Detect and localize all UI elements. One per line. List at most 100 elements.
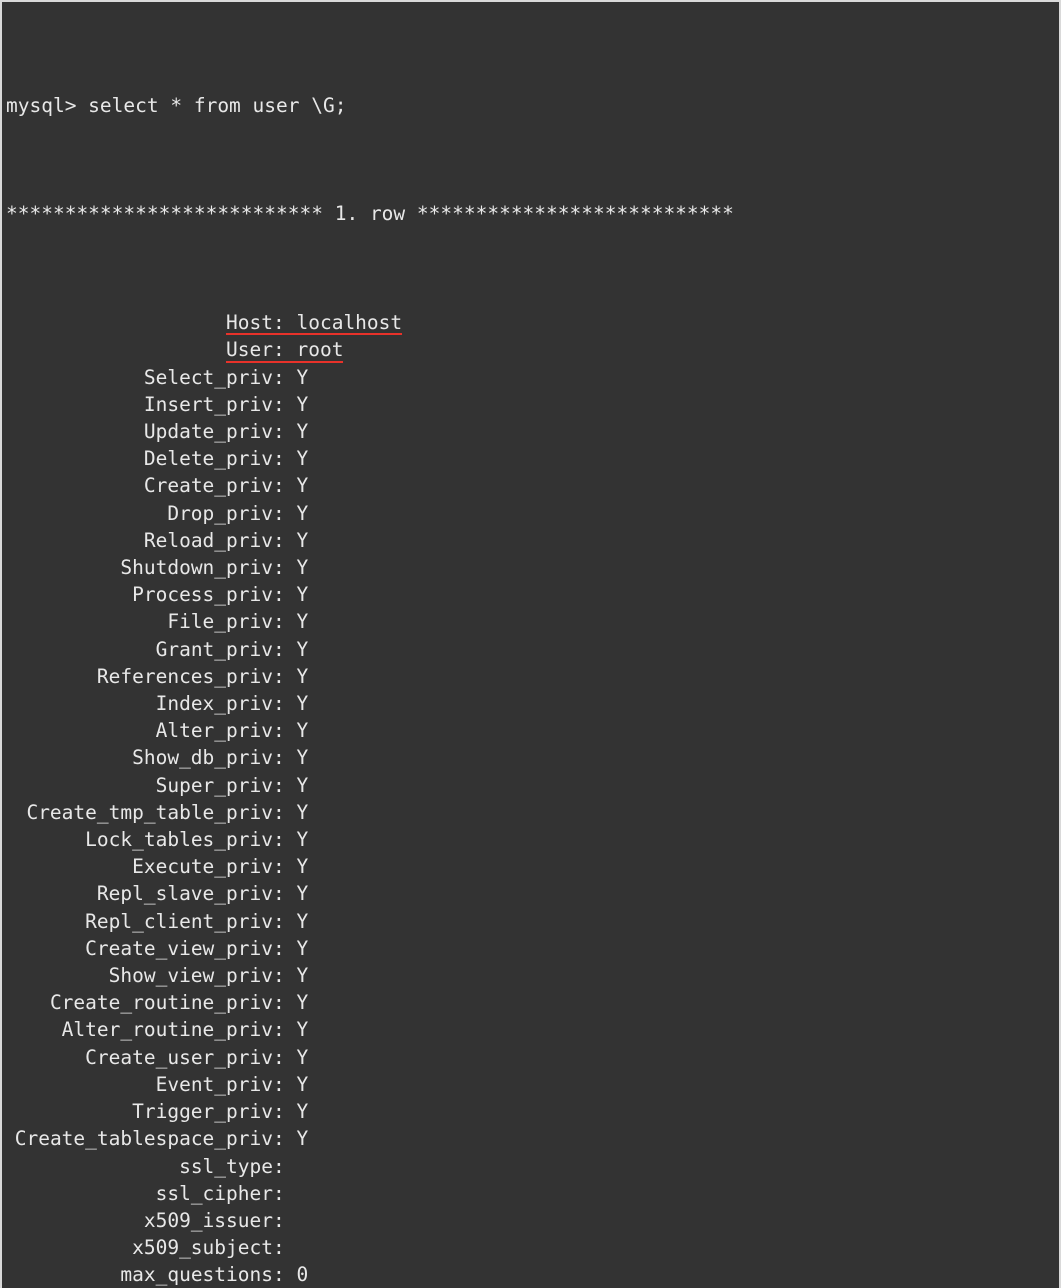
field-label: ssl_type (179, 1154, 273, 1178)
field-value: Y (296, 746, 309, 770)
field-separator: : (273, 1263, 297, 1287)
field-label: Show_db_priv (132, 746, 273, 770)
field-row-references_priv: References_priv: Y (6, 663, 1059, 690)
field-row-drop_priv: Drop_priv: Y (6, 500, 1059, 527)
field-value: Y (296, 773, 309, 797)
field-row-process_priv: Process_priv: Y (6, 581, 1059, 608)
mysql-prompt-line: mysql> select * from user \G; (6, 93, 347, 117)
field-separator: : (273, 637, 297, 661)
field-value: Y (296, 637, 309, 661)
result-field-list: Host: localhost User: root Select_priv: YI… (6, 309, 1059, 1288)
field-separator: : (273, 610, 297, 634)
field-separator: : (273, 1208, 285, 1232)
field-separator: : (273, 746, 297, 770)
field-value: Y (296, 936, 309, 960)
field-value: Y (296, 1045, 309, 1069)
field-row-repl_slave_priv: Repl_slave_priv: Y (6, 880, 1059, 907)
field-value: Y (296, 855, 309, 879)
field-separator: : (273, 420, 297, 444)
field-separator: : (273, 1236, 285, 1260)
field-row-host: Host: localhost (6, 309, 1059, 336)
field-separator: : (273, 311, 297, 335)
field-label: x509_issuer (143, 1208, 273, 1232)
field-label: ssl_cipher (155, 1181, 273, 1205)
field-separator: : (273, 1072, 297, 1096)
field-separator: : (273, 909, 297, 933)
field-value: Y (296, 909, 309, 933)
terminal-window: mysql> select * from user \G; **********… (0, 0, 1061, 1288)
field-label: Shutdown_priv (120, 556, 273, 580)
field-separator: : (273, 800, 297, 824)
field-separator: : (273, 692, 297, 716)
field-row-repl_client_priv: Repl_client_priv: Y (6, 908, 1059, 935)
field-label: Trigger_priv (132, 1100, 273, 1124)
field-separator: : (273, 1181, 285, 1205)
field-row-create_tmp_table_priv: Create_tmp_table_priv: Y (6, 799, 1059, 826)
field-label: Super_priv (155, 773, 273, 797)
field-label: Grant_priv (155, 637, 273, 661)
field-value: Y (296, 583, 309, 607)
field-label: Execute_priv (132, 855, 273, 879)
field-separator: : (273, 1154, 285, 1178)
field-row-max_questions: max_questions: 0 (6, 1261, 1059, 1288)
field-label: Create_tablespace_priv (14, 1127, 273, 1151)
field-label: File_priv (167, 610, 273, 634)
field-value: Y (296, 556, 309, 580)
field-row-super_priv: Super_priv: Y (6, 772, 1059, 799)
field-row-file_priv: File_priv: Y (6, 608, 1059, 635)
field-label: Insert_priv (143, 392, 273, 416)
terminal-screen[interactable]: mysql> select * from user \G; **********… (6, 10, 1059, 1288)
field-label: Update_priv (143, 420, 273, 444)
field-row-select_priv: Select_priv: Y (6, 364, 1059, 391)
field-label: Lock_tables_priv (85, 828, 273, 852)
field-row-insert_priv: Insert_priv: Y (6, 391, 1059, 418)
field-row-create_routine_priv: Create_routine_priv: Y (6, 989, 1059, 1016)
field-value: Y (296, 1127, 309, 1151)
field-value: Y (296, 719, 309, 743)
field-value: Y (296, 664, 309, 688)
field-value: Y (296, 610, 309, 634)
field-value: Y (296, 692, 309, 716)
field-row-reload_priv: Reload_priv: Y (6, 527, 1059, 554)
field-separator: : (273, 474, 297, 498)
field-value: Y (296, 365, 309, 389)
field-value: Y (296, 964, 309, 988)
field-row-shutdown_priv: Shutdown_priv: Y (6, 554, 1059, 581)
field-value: 0 (296, 1263, 309, 1287)
field-separator: : (273, 664, 297, 688)
field-label: Create_priv (143, 474, 273, 498)
field-row-grant_priv: Grant_priv: Y (6, 636, 1059, 663)
field-value: Y (296, 1018, 309, 1042)
field-label: Process_priv (132, 583, 273, 607)
field-value: Y (296, 420, 309, 444)
field-label: max_questions (120, 1263, 273, 1287)
field-value: localhost (296, 311, 403, 335)
field-separator: : (273, 365, 297, 389)
field-row-trigger_priv: Trigger_priv: Y (6, 1098, 1059, 1125)
field-separator: : (273, 392, 297, 416)
field-separator: : (273, 1045, 297, 1069)
field-label: Create_routine_priv (49, 991, 273, 1015)
field-row-x509_issuer: x509_issuer: (6, 1207, 1059, 1234)
field-value: Y (296, 1072, 309, 1096)
field-label: Create_view_priv (85, 936, 273, 960)
field-row-event_priv: Event_priv: Y (6, 1071, 1059, 1098)
field-separator: : (273, 1127, 297, 1151)
row-separator-line: *************************** 1. row *****… (6, 202, 734, 226)
field-separator: : (273, 1018, 297, 1042)
field-label: Reload_priv (143, 528, 273, 552)
field-separator: : (273, 773, 297, 797)
field-value: Y (296, 501, 309, 525)
field-value: Y (296, 882, 309, 906)
field-separator: : (273, 719, 297, 743)
field-row-create_tablespace_priv: Create_tablespace_priv: Y (6, 1125, 1059, 1152)
field-label: Host (226, 311, 273, 335)
field-row-create_view_priv: Create_view_priv: Y (6, 935, 1059, 962)
field-label: x509_subject (132, 1236, 273, 1260)
field-label: User (226, 338, 273, 362)
field-label: Index_priv (155, 692, 273, 716)
field-value: Y (296, 447, 309, 471)
field-separator: : (273, 583, 297, 607)
field-separator: : (273, 556, 297, 580)
field-row-alter_priv: Alter_priv: Y (6, 717, 1059, 744)
